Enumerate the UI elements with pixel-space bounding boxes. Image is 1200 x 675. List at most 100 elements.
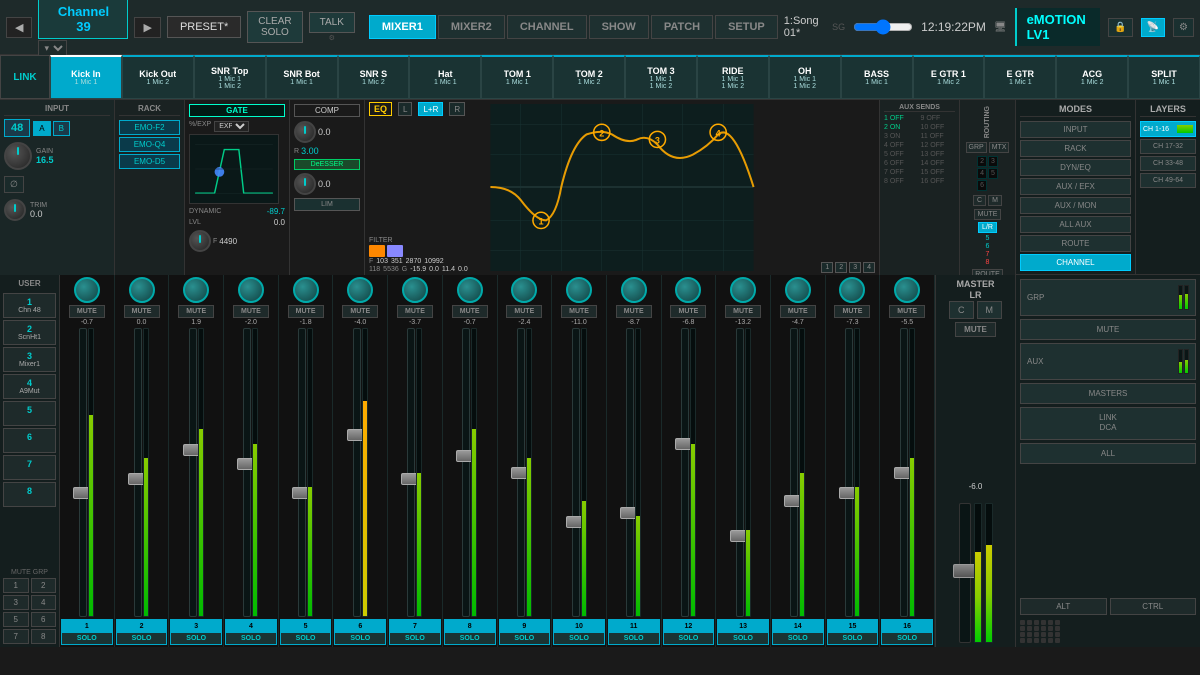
solo-btn-16[interactable]: SOLO — [881, 632, 933, 645]
filter-btn-lp[interactable] — [387, 245, 403, 257]
band-2-btn[interactable]: 2 — [835, 262, 847, 273]
strip-bass[interactable]: BASS 1 Mic 1 — [841, 55, 913, 99]
mute-btn-15[interactable]: MUTE — [834, 305, 870, 318]
routing-mtx-btn[interactable]: MTX — [989, 142, 1010, 153]
master-c-btn[interactable]: C — [949, 301, 974, 319]
routing-lr-btn[interactable]: L/R — [978, 222, 997, 233]
all-btn[interactable]: ALL — [1020, 443, 1196, 464]
mute-btn-14[interactable]: MUTE — [780, 305, 816, 318]
mute-btn-9[interactable]: MUTE — [506, 305, 542, 318]
routing-grp-btn[interactable]: GRP — [966, 142, 987, 153]
mute-btn-6[interactable]: MUTE — [342, 305, 378, 318]
user-preset-6[interactable]: 6 — [3, 428, 56, 453]
preset-button[interactable]: PRESET* — [167, 16, 241, 38]
fader-track-9[interactable] — [517, 328, 525, 617]
eq-lr-btn[interactable]: L+R — [418, 102, 443, 116]
solo-btn-2[interactable]: SOLO — [116, 632, 168, 645]
solo-btn-14[interactable]: SOLO — [772, 632, 824, 645]
mute-grp-2[interactable]: 2 — [31, 578, 57, 593]
routing-mute-btn[interactable]: MUTE — [974, 209, 1002, 220]
mode-rack-btn[interactable]: RACK — [1020, 140, 1131, 157]
ctrl-btn[interactable]: CTRL — [1110, 598, 1197, 615]
tab-patch[interactable]: PATCH — [651, 15, 713, 39]
phase-btn[interactable]: ∅ — [4, 176, 24, 193]
masters-btn[interactable]: MASTERS — [1020, 383, 1196, 404]
strip-egtr[interactable]: E GTR 1 Mic 1 — [984, 55, 1056, 99]
pan-knob-10[interactable] — [566, 277, 592, 303]
mute-btn-10[interactable]: MUTE — [561, 305, 597, 318]
mode-dyneq-btn[interactable]: DYN/EQ — [1020, 159, 1131, 176]
mute-btn-12[interactable]: MUTE — [670, 305, 706, 318]
trim-knob[interactable] — [4, 199, 26, 221]
mute-grp-1[interactable]: 1 — [3, 578, 29, 593]
strip-ride[interactable]: RIDE 1 Mic 1 1 Mic 2 — [697, 55, 769, 99]
strip-snr-s[interactable]: SNR S 1 Mic 2 — [338, 55, 410, 99]
strip-acg[interactable]: ACG 1 Mic 2 — [1056, 55, 1128, 99]
mute-grp-5[interactable]: 5 — [3, 612, 29, 627]
fader-track-4[interactable] — [243, 328, 251, 617]
master-mute-btn[interactable]: MUTE — [955, 322, 996, 337]
pan-knob-4[interactable] — [238, 277, 264, 303]
band-3-btn[interactable]: 3 — [849, 262, 861, 273]
pan-knob-15[interactable] — [839, 277, 865, 303]
lim-btn[interactable]: LIM — [294, 198, 360, 211]
layer-ch49-64-btn[interactable]: CH 49-64 — [1140, 173, 1196, 188]
solo-btn-3[interactable]: SOLO — [170, 632, 222, 645]
strip-tom3[interactable]: TOM 3 1 Mic 1 1 Mic 2 — [625, 55, 697, 99]
pan-knob-16[interactable] — [894, 277, 920, 303]
mode-channel-btn[interactable]: CHANNEL — [1020, 254, 1131, 271]
solo-btn-1[interactable]: SOLO — [61, 632, 113, 645]
mute-grp-3[interactable]: 3 — [3, 595, 29, 610]
rack-item-3[interactable]: EMO-D5 — [119, 154, 180, 169]
master-m-btn[interactable]: M — [977, 301, 1003, 319]
settings-btn[interactable]: ⚙ — [1173, 18, 1194, 37]
filter-btn-hp[interactable] — [369, 245, 385, 257]
user-preset-8[interactable]: 8 — [3, 482, 56, 507]
input-btn-a[interactable]: A — [33, 121, 50, 136]
user-preset-7[interactable]: 7 — [3, 455, 56, 480]
sg-slider[interactable] — [853, 19, 913, 35]
solo-btn-5[interactable]: SOLO — [280, 632, 332, 645]
mute-grp-8[interactable]: 8 — [31, 629, 57, 644]
fader-track-7[interactable] — [407, 328, 415, 617]
user-preset-4[interactable]: 4 A9Mut — [3, 374, 56, 399]
mode-input-btn[interactable]: INPUT — [1020, 121, 1131, 138]
pan-knob-14[interactable] — [785, 277, 811, 303]
link-button[interactable]: LINK — [0, 55, 50, 99]
grp-btn[interactable]: GRP — [1020, 279, 1196, 316]
mute-btn-8[interactable]: MUTE — [452, 305, 488, 318]
tab-mixer2[interactable]: MIXER2 — [438, 15, 505, 39]
fader-track-15[interactable] — [845, 328, 853, 617]
nav-next-btn[interactable]: ▶ — [134, 17, 160, 38]
fader-track-12[interactable] — [681, 328, 689, 617]
master-fader-track[interactable] — [959, 503, 971, 643]
fader-track-8[interactable] — [462, 328, 470, 617]
eq-l-btn[interactable]: L — [398, 102, 412, 116]
rack-item-2[interactable]: EMO-Q4 — [119, 137, 180, 152]
master-fader-handle[interactable] — [953, 564, 977, 578]
fader-track-3[interactable] — [189, 328, 197, 617]
pan-knob-5[interactable] — [293, 277, 319, 303]
talk-btn[interactable]: TALK — [309, 12, 355, 33]
solo-btn-9[interactable]: SOLO — [499, 632, 551, 645]
strip-oh[interactable]: OH 1 Mic 1 1 Mic 2 — [769, 55, 841, 99]
fader-track-14[interactable] — [790, 328, 798, 617]
pan-knob-3[interactable] — [183, 277, 209, 303]
gain-knob[interactable] — [4, 142, 32, 170]
pan-knob-13[interactable] — [730, 277, 756, 303]
gate-freq-knob[interactable] — [189, 230, 211, 252]
solo-btn-7[interactable]: SOLO — [389, 632, 441, 645]
alt-btn[interactable]: ALT — [1020, 598, 1107, 615]
solo-btn-8[interactable]: SOLO — [444, 632, 496, 645]
input-btn-b[interactable]: B — [53, 121, 70, 136]
aux-btn[interactable]: AUX — [1020, 343, 1196, 380]
fader-track-16[interactable] — [900, 328, 908, 617]
band-4-btn[interactable]: 4 — [863, 262, 875, 273]
solo-btn-12[interactable]: SOLO — [663, 632, 715, 645]
mute-btn-13[interactable]: MUTE — [725, 305, 761, 318]
band-1-btn[interactable]: 1 — [821, 262, 833, 273]
gate-type-select[interactable]: EXP — [214, 121, 249, 132]
solo-btn-15[interactable]: SOLO — [827, 632, 879, 645]
pan-knob-11[interactable] — [621, 277, 647, 303]
mute-grp-6[interactable]: 6 — [31, 612, 57, 627]
